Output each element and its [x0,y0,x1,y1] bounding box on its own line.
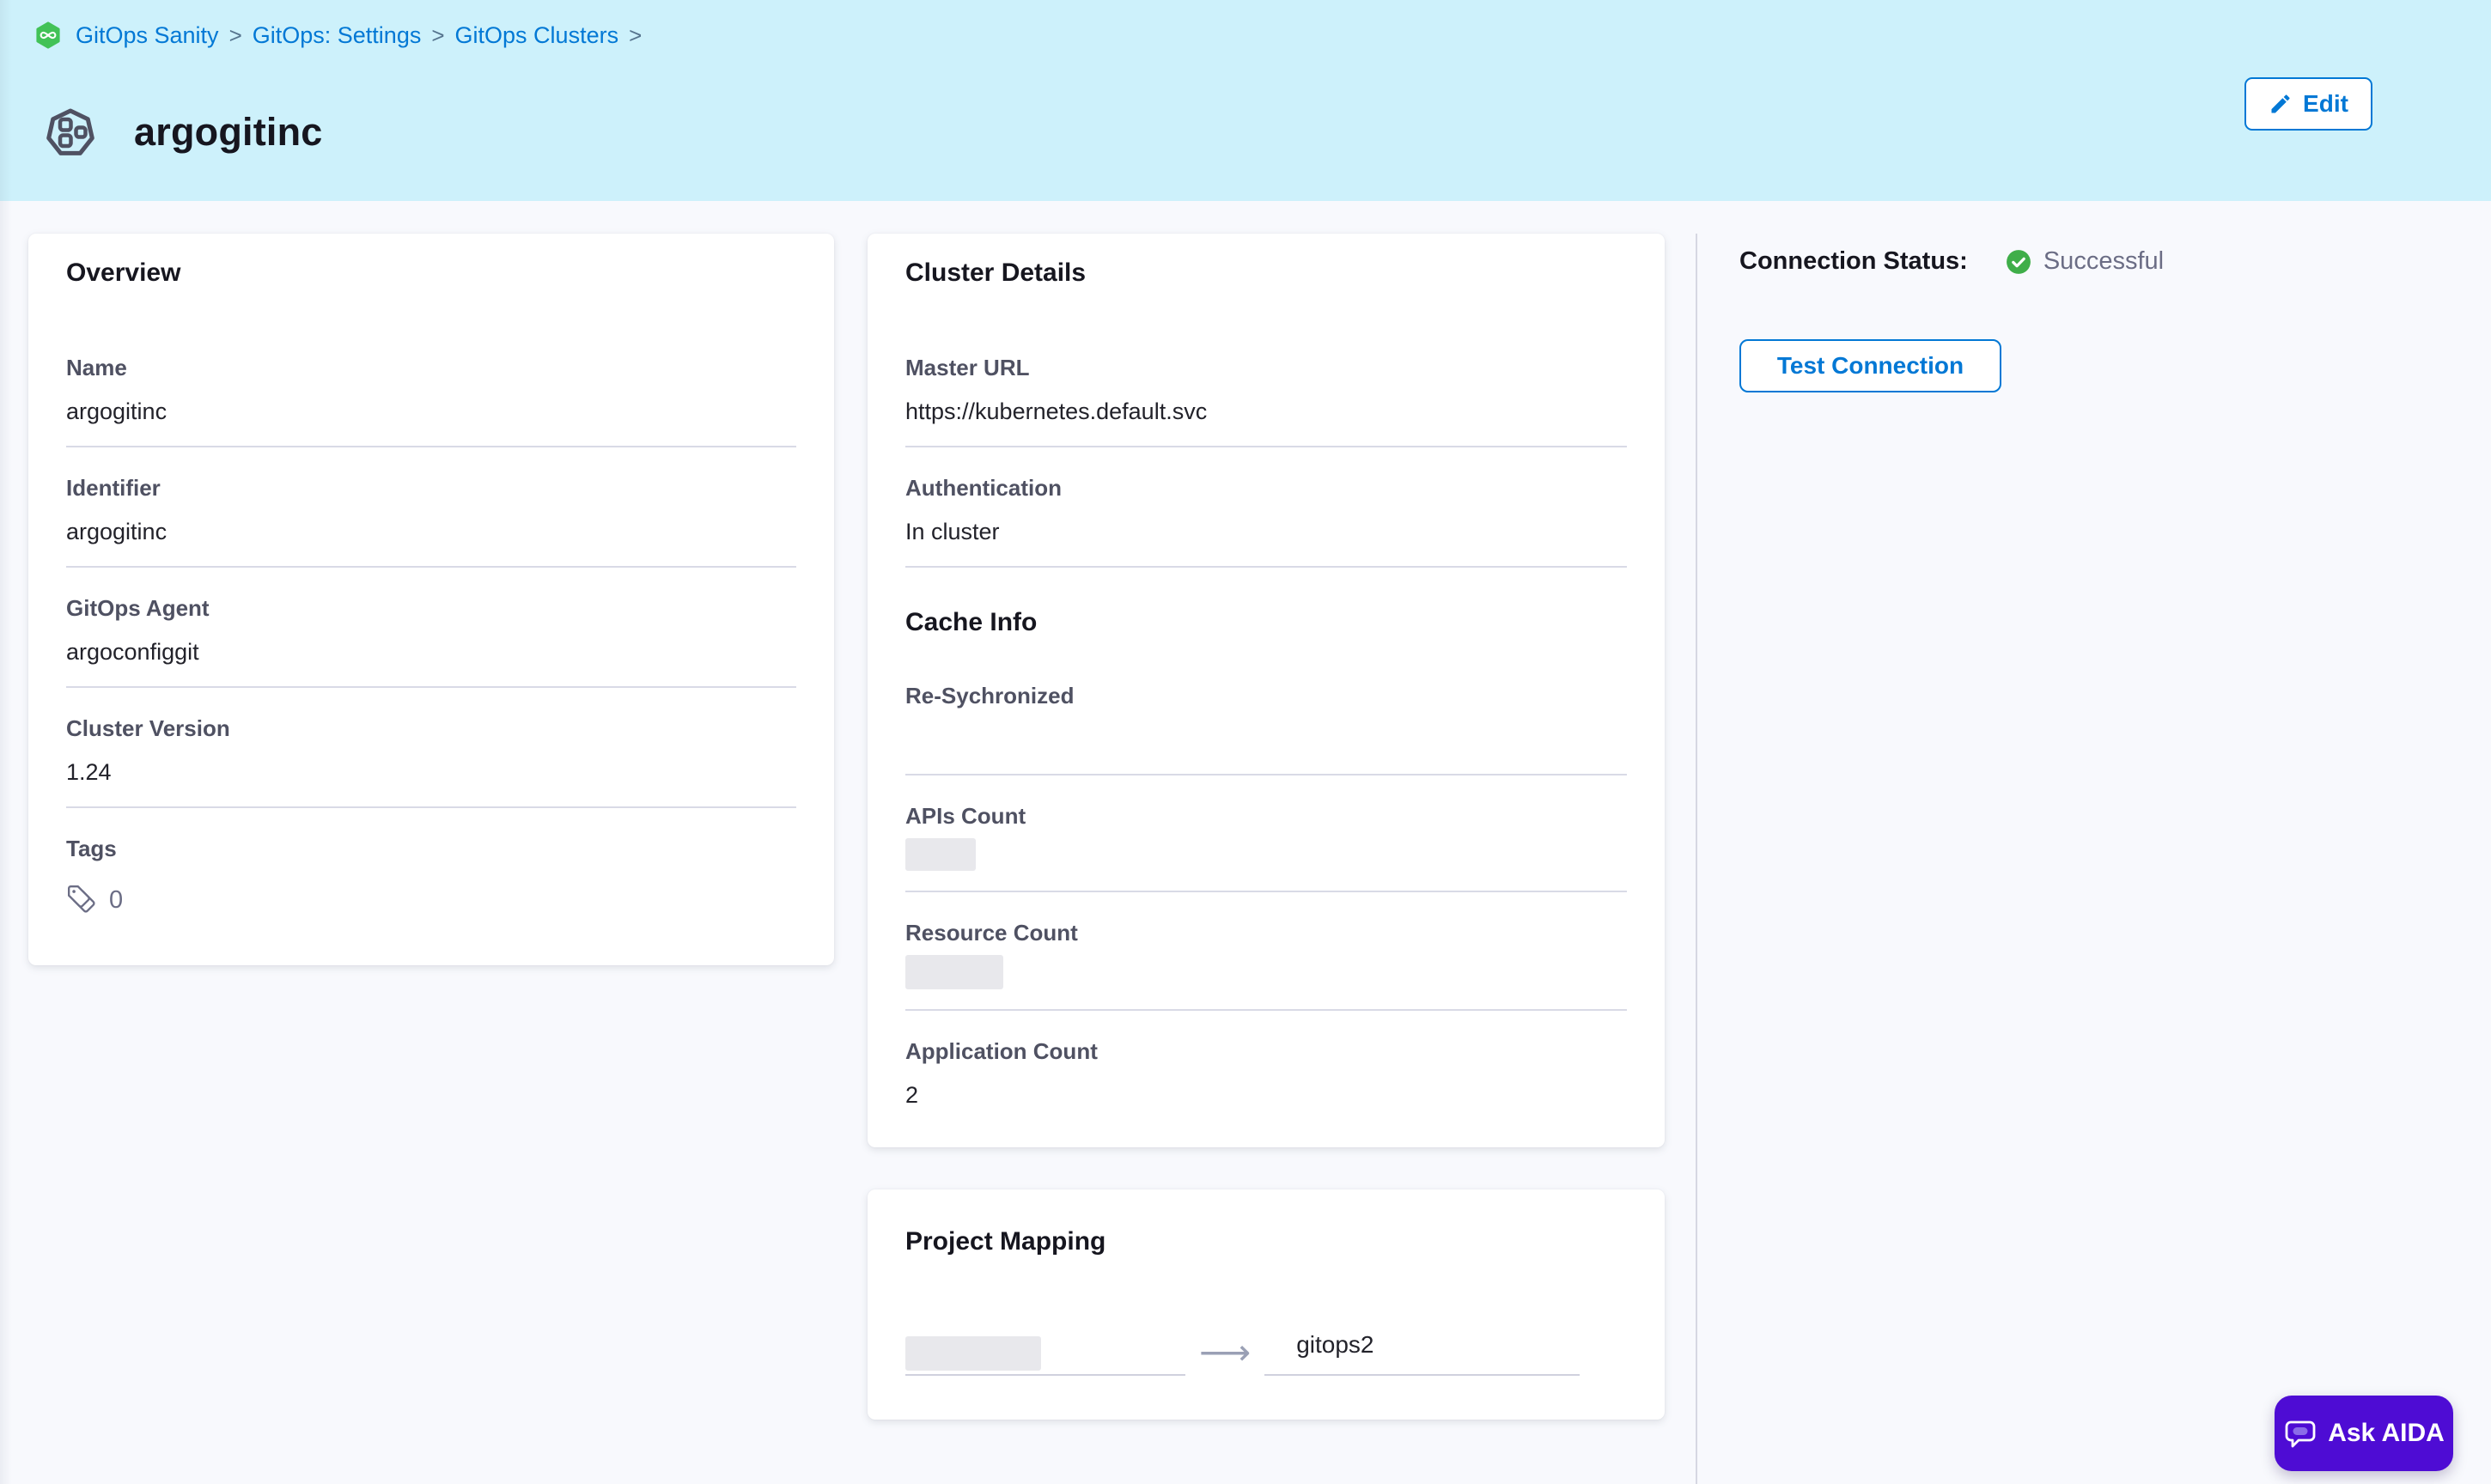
field-identifier-value: argogitinc [66,517,796,546]
field-cluster-version: Cluster Version 1.24 [66,688,796,808]
field-resynchronized: Re-Sychronized [905,638,1627,775]
cluster-details-card: Cluster Details Master URL https://kuber… [868,234,1665,1147]
arrow-right-icon: ⟶ [1199,1335,1251,1371]
breadcrumb-link-gitops-sanity[interactable]: GitOps Sanity [76,21,219,50]
apis-count-placeholder [905,838,976,871]
breadcrumb-separator: > [229,21,242,50]
field-gitops-agent-value: argoconfiggit [66,637,796,666]
field-resource-count: Resource Count [905,892,1627,1011]
field-apis-count-label: APIs Count [905,802,1627,830]
page-title: argogitinc [134,110,323,155]
edit-button[interactable]: Edit [2244,77,2372,131]
breadcrumb-separator: > [629,21,642,50]
field-cluster-version-label: Cluster Version [66,715,796,742]
resource-count-placeholder [905,955,1003,989]
field-resource-count-label: Resource Count [905,919,1627,946]
test-connection-button[interactable]: Test Connection [1739,339,2001,392]
edit-button-label: Edit [2303,90,2348,118]
field-resynchronized-label: Re-Sychronized [905,682,1627,709]
field-tags-label: Tags [66,835,796,862]
field-gitops-agent-label: GitOps Agent [66,594,796,622]
field-identifier-label: Identifier [66,474,796,502]
ask-aida-label: Ask AIDA [2328,1419,2445,1448]
breadcrumb-separator: > [431,21,444,50]
cache-info-title: Cache Info [905,607,1627,638]
vertical-divider [1696,234,1697,1484]
mapping-source-field [905,1331,1185,1376]
field-name-value: argogitinc [66,397,796,426]
page-header: GitOps Sanity > GitOps: Settings > GitOp… [0,0,2491,201]
field-application-count-label: Application Count [905,1037,1627,1065]
breadcrumb: GitOps Sanity > GitOps: Settings > GitOp… [34,21,647,50]
field-tags: Tags 0 [66,808,796,942]
success-check-icon [2006,249,2031,275]
field-name-label: Name [66,354,796,381]
breadcrumb-link-gitops-clusters[interactable]: GitOps Clusters [455,21,619,50]
field-application-count: Application Count 2 [905,1011,1627,1129]
mapping-target-field: gitops2 [1264,1331,1580,1376]
mapping-source-placeholder [905,1336,1041,1371]
cluster-icon [43,105,98,160]
field-authentication-label: Authentication [905,474,1627,502]
title-row: argogitinc [43,84,323,180]
pencil-icon [2269,92,2293,116]
field-apis-count: APIs Count [905,775,1627,892]
project-mapping-title: Project Mapping [905,1226,1627,1257]
project-mapping-card: Project Mapping ⟶ gitops2 [868,1189,1665,1420]
field-resynchronized-value [905,725,1627,754]
cluster-details-title: Cluster Details [905,258,1627,289]
overview-card-title: Overview [66,258,796,289]
left-edge-shade [0,0,12,1484]
tag-count: 0 [109,886,123,915]
tag-icon [66,884,99,916]
field-application-count-value: 2 [905,1080,1627,1110]
gitops-logo-icon [34,21,62,49]
connection-status-label: Connection Status: [1739,247,1968,276]
field-cluster-version-value: 1.24 [66,757,796,787]
field-authentication: Authentication In cluster [905,447,1627,568]
breadcrumb-link-gitops-settings[interactable]: GitOps: Settings [253,21,422,50]
field-name: Name argogitinc [66,289,796,447]
field-master-url-value: https://kubernetes.default.svc [905,397,1627,426]
connection-status-value: Successful [2043,247,2164,276]
project-mapping-row: ⟶ gitops2 [905,1331,1627,1376]
overview-card: Overview Name argogitinc Identifier argo… [28,234,834,965]
chat-bubble-icon [2283,1416,2317,1451]
field-authentication-value: In cluster [905,517,1627,546]
field-gitops-agent: GitOps Agent argoconfiggit [66,568,796,688]
connection-status-row: Connection Status: Successful [1739,247,2164,276]
field-identifier: Identifier argogitinc [66,447,796,568]
tags-row: 0 [66,878,796,922]
ask-aida-button[interactable]: Ask AIDA [2275,1396,2453,1471]
field-master-url-label: Master URL [905,354,1627,381]
connection-status-badge: Successful [2006,247,2164,276]
field-master-url: Master URL https://kubernetes.default.sv… [905,289,1627,447]
